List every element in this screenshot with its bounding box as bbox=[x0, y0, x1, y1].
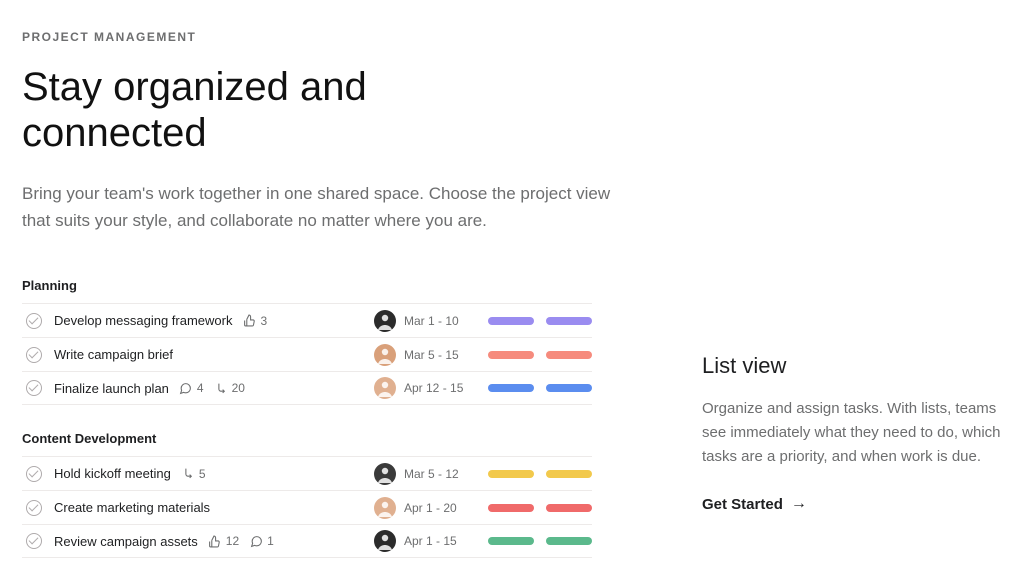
complete-check-icon[interactable] bbox=[26, 533, 42, 549]
timeline-pill bbox=[488, 384, 534, 392]
likes-meta: 12 bbox=[208, 534, 239, 548]
timeline-pills bbox=[488, 351, 592, 359]
arrow-right-icon: → bbox=[791, 495, 807, 513]
comment-icon bbox=[249, 534, 263, 548]
subtasks-meta: 20 bbox=[214, 381, 245, 395]
task-name: Hold kickoff meeting bbox=[54, 466, 171, 481]
assignee-avatar[interactable] bbox=[374, 463, 396, 485]
assignee-avatar[interactable] bbox=[374, 310, 396, 332]
task-date-range: Apr 1 - 20 bbox=[404, 501, 484, 515]
comments-meta: 1 bbox=[249, 534, 274, 548]
task-date-range: Apr 12 - 15 bbox=[404, 381, 484, 395]
feature-description-panel: List view Organize and assign tasks. Wit… bbox=[702, 278, 1002, 584]
timeline-pill bbox=[488, 317, 534, 325]
task-row[interactable]: Create marketing materials Apr 1 - 20 bbox=[22, 490, 592, 524]
cta-label: Get Started bbox=[702, 496, 783, 513]
likes-meta: 3 bbox=[242, 314, 267, 328]
task-row[interactable]: Finalize launch plan 4 20 Apr 12 - 15 bbox=[22, 371, 592, 405]
timeline-pill bbox=[488, 351, 534, 359]
timeline-pills bbox=[488, 470, 592, 478]
task-section: Content Development Hold kickoff meeting 5… bbox=[22, 431, 592, 558]
section-title: Planning bbox=[22, 278, 592, 293]
task-name: Write campaign brief bbox=[54, 347, 173, 362]
assignee-avatar[interactable] bbox=[374, 377, 396, 399]
task-section: Planning Develop messaging framework 3 Mar … bbox=[22, 278, 592, 405]
subcopy: Bring your team's work together in one s… bbox=[22, 180, 622, 234]
timeline-pill bbox=[546, 351, 592, 359]
task-row[interactable]: Develop messaging framework 3 Mar 1 - 10 bbox=[22, 303, 592, 337]
complete-check-icon[interactable] bbox=[26, 347, 42, 363]
likes-count: 12 bbox=[226, 534, 239, 548]
task-name: Create marketing materials bbox=[54, 500, 210, 515]
timeline-pill bbox=[546, 317, 592, 325]
timeline-pills bbox=[488, 317, 592, 325]
task-name: Develop messaging framework bbox=[54, 313, 232, 328]
timeline-pills bbox=[488, 504, 592, 512]
timeline-pill bbox=[488, 504, 534, 512]
task-name: Finalize launch plan bbox=[54, 381, 169, 396]
task-list-panel: Planning Develop messaging framework 3 Mar … bbox=[22, 278, 592, 584]
subtasks-count: 20 bbox=[232, 381, 245, 395]
section-title: Content Development bbox=[22, 431, 592, 446]
get-started-link[interactable]: Get Started → bbox=[702, 495, 807, 513]
timeline-pill bbox=[488, 537, 534, 545]
thumbs-up-icon bbox=[208, 534, 222, 548]
subtask-icon bbox=[181, 467, 195, 481]
task-name: Review campaign assets bbox=[54, 534, 198, 549]
eyebrow: PROJECT MANAGEMENT bbox=[22, 30, 1002, 44]
task-date-range: Apr 1 - 15 bbox=[404, 534, 484, 548]
feature-body: Organize and assign tasks. With lists, t… bbox=[702, 397, 1002, 469]
timeline-pill bbox=[546, 537, 592, 545]
likes-count: 3 bbox=[260, 314, 267, 328]
comments-meta: 4 bbox=[179, 381, 204, 395]
subtasks-count: 5 bbox=[199, 467, 206, 481]
subtask-icon bbox=[214, 381, 228, 395]
thumbs-up-icon bbox=[242, 314, 256, 328]
task-row[interactable]: Review campaign assets 12 1 Apr 1 - 15 bbox=[22, 524, 592, 558]
assignee-avatar[interactable] bbox=[374, 497, 396, 519]
complete-check-icon[interactable] bbox=[26, 466, 42, 482]
headline: Stay organized and connected bbox=[22, 64, 542, 156]
timeline-pill bbox=[546, 384, 592, 392]
comments-count: 1 bbox=[267, 534, 274, 548]
complete-check-icon[interactable] bbox=[26, 380, 42, 396]
feature-title: List view bbox=[702, 353, 1002, 379]
task-date-range: Mar 1 - 10 bbox=[404, 314, 484, 328]
assignee-avatar[interactable] bbox=[374, 344, 396, 366]
timeline-pill bbox=[546, 504, 592, 512]
task-date-range: Mar 5 - 12 bbox=[404, 467, 484, 481]
task-row[interactable]: Write campaign brief Mar 5 - 15 bbox=[22, 337, 592, 371]
comment-icon bbox=[179, 381, 193, 395]
comments-count: 4 bbox=[197, 381, 204, 395]
timeline-pills bbox=[488, 537, 592, 545]
task-date-range: Mar 5 - 15 bbox=[404, 348, 484, 362]
task-row[interactable]: Hold kickoff meeting 5 Mar 5 - 12 bbox=[22, 456, 592, 490]
timeline-pill bbox=[546, 470, 592, 478]
timeline-pill bbox=[488, 470, 534, 478]
subtasks-meta: 5 bbox=[181, 467, 206, 481]
timeline-pills bbox=[488, 384, 592, 392]
complete-check-icon[interactable] bbox=[26, 500, 42, 516]
complete-check-icon[interactable] bbox=[26, 313, 42, 329]
assignee-avatar[interactable] bbox=[374, 530, 396, 552]
